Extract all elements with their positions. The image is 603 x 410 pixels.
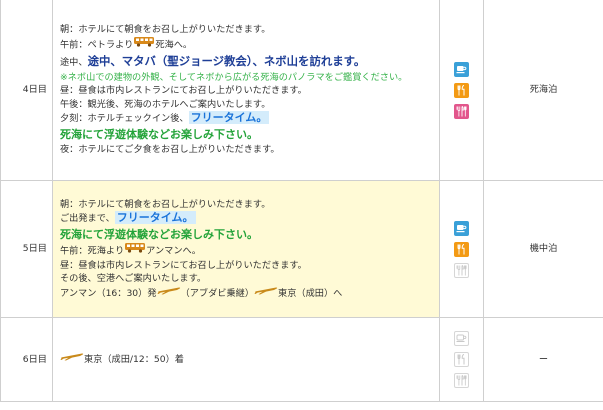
accommodation-cell: ー: [483, 317, 603, 402]
schedule-line: 朝：ホテルにて朝食をお召し上がりいただきます。: [60, 24, 271, 36]
schedule-line: 午前：ペトラより 死海へ。: [60, 37, 433, 53]
dinner-icon: [454, 103, 469, 119]
lunch-icon: [454, 82, 469, 98]
lunch-icon: [454, 352, 469, 367]
schedule-line: 東京（成田/12：50）着: [60, 352, 433, 367]
schedule-heading: 途中、途中、マタバ（聖ジョージ教会）、ネボ山を訪れます。: [60, 53, 366, 68]
schedule-cell: 東京（成田/12：50）着: [52, 317, 440, 402]
schedule-line: 午後：観光後、死海のホテルへご案内いたします。: [60, 98, 271, 110]
breakfast-icon: [454, 61, 469, 77]
free-time-badge: フリータイム。: [114, 211, 196, 225]
accommodation-cell: 機中泊: [483, 180, 603, 318]
schedule-line: 午前：死海より アンマンへ。: [60, 242, 433, 259]
schedule-line: 朝：ホテルにて朝食をお召し上がりいただきます。: [60, 198, 271, 210]
schedule-note: ※ネボ山での建物の外観、そしてネボから広がる死海のパノラマをご鑑賞ください。: [60, 71, 408, 83]
schedule-line: 昼：昼食は市内レストランにてお召し上がりいただきます。: [60, 85, 307, 97]
itinerary-row-day6: 6日目 東京（成田/12：50）着 ー: [0, 317, 603, 402]
itinerary-row-day4: 4日目 朝：ホテルにて朝食をお召し上がりいただきます。 午前：ペトラより 死海へ。…: [0, 0, 603, 181]
itinerary-table: 4日目 朝：ホテルにて朝食をお召し上がりいただきます。 午前：ペトラより 死海へ。…: [0, 0, 603, 402]
airplane-icon: [254, 285, 278, 300]
schedule-highlight: 死海にて浮遊体験などお楽しみ下さい。: [60, 127, 258, 141]
bus-icon: [133, 36, 155, 52]
accommodation-cell: 死海泊: [483, 0, 603, 181]
dinner-icon: [454, 262, 469, 278]
schedule-cell: 朝：ホテルにて朝食をお召し上がりいただきます。 午前：ペトラより 死海へ。 途中、…: [52, 0, 440, 181]
meal-cell: [439, 0, 484, 181]
itinerary-row-day5: 5日目 朝：ホテルにて朝食をお召し上がりいただきます。 ご出発まで、 フリータイム…: [0, 180, 603, 318]
day-label: 5日目: [0, 180, 53, 318]
airplane-icon: [60, 351, 84, 366]
free-time-badge: フリータイム。: [188, 111, 270, 125]
schedule-line: ご出発まで、 フリータイム。: [60, 211, 196, 225]
breakfast-icon: [454, 220, 469, 236]
schedule-line: アンマン（16：30）発 （アブダビ乗継） 東京（成田）へ: [60, 286, 433, 301]
schedule-line: その後、空港へご案内いたします。: [60, 273, 207, 285]
schedule-line: 夕刻：ホテルチェックイン後、 フリータイム。: [60, 111, 270, 125]
lunch-icon: [454, 241, 469, 257]
schedule-line: 夜：ホテルにてご夕食をお召し上がりいただきます。: [60, 143, 280, 155]
airplane-icon: [157, 285, 181, 300]
dinner-icon: [454, 373, 469, 388]
day-label: 6日目: [0, 317, 53, 402]
meal-cell: [439, 317, 484, 402]
schedule-line: 昼：昼食は市内レストランにてお召し上がりいただきます。: [60, 259, 307, 271]
meal-cell: [439, 180, 484, 318]
breakfast-icon: [454, 331, 469, 346]
day-label: 4日目: [0, 0, 53, 181]
bus-icon: [124, 242, 146, 258]
schedule-cell: 朝：ホテルにて朝食をお召し上がりいただきます。 ご出発まで、 フリータイム。 死海…: [52, 180, 440, 318]
schedule-highlight: 死海にて浮遊体験などお楽しみ下さい。: [60, 227, 258, 241]
